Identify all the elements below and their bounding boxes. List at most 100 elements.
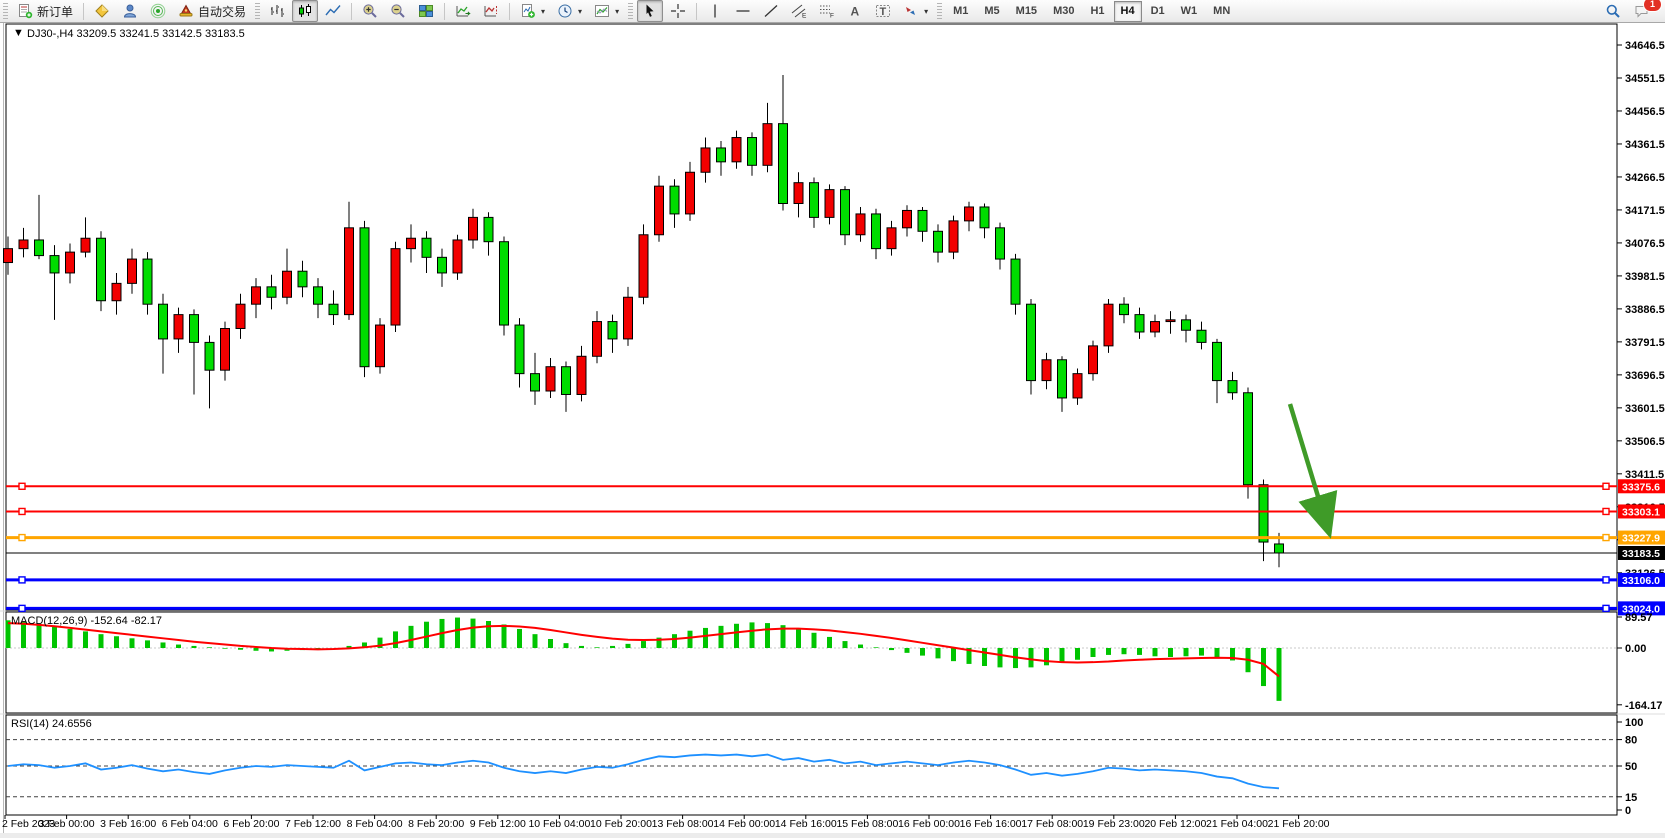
timeframe-m5[interactable]: M5 xyxy=(977,1,1006,22)
candle xyxy=(35,240,44,256)
zoom-in-button[interactable] xyxy=(357,0,383,22)
svg-text:50: 50 xyxy=(1625,761,1637,773)
panel-separator[interactable] xyxy=(0,714,1665,715)
line-chart-button[interactable] xyxy=(320,0,346,22)
toolbar-grip[interactable] xyxy=(937,3,942,19)
yellow-diamond-icon xyxy=(94,3,110,19)
candle xyxy=(1135,315,1144,332)
timeframe-m30[interactable]: M30 xyxy=(1046,1,1081,22)
svg-text:33981.5: 33981.5 xyxy=(1625,271,1665,283)
svg-text:33183.5: 33183.5 xyxy=(1622,548,1660,560)
search-icon xyxy=(1605,3,1621,19)
chart-canvas[interactable]: 34646.534551.534456.534361.534266.534171… xyxy=(0,0,1665,838)
svg-text:17 Feb 08:00: 17 Feb 08:00 xyxy=(1021,818,1083,830)
candle xyxy=(825,190,834,218)
crosshair-tool-button[interactable] xyxy=(665,0,691,22)
horizontal-line-tool-button[interactable] xyxy=(730,0,756,22)
candle xyxy=(112,283,121,300)
toolbar-grip[interactable] xyxy=(628,3,633,19)
timeframe-w1[interactable]: W1 xyxy=(1174,1,1205,22)
notifications-button[interactable]: 1 xyxy=(1629,0,1655,22)
vertical-line-tool-button[interactable] xyxy=(702,0,728,22)
community-button[interactable] xyxy=(117,0,143,22)
auto-scroll-button[interactable] xyxy=(450,0,476,22)
new-order-button[interactable]: 新订单 xyxy=(12,0,78,22)
candle xyxy=(686,172,695,214)
time-axis[interactable]: 2 Feb 20233 Feb 00:003 Feb 16:006 Feb 04… xyxy=(2,815,1330,830)
trendline-tool-button[interactable] xyxy=(758,0,784,22)
candle xyxy=(298,271,307,287)
svg-text:0.00: 0.00 xyxy=(1625,643,1646,655)
bar-chart-icon xyxy=(269,3,285,19)
text-icon: A xyxy=(847,3,863,19)
toolbar-separator xyxy=(351,3,352,20)
svg-text:0: 0 xyxy=(1625,805,1631,817)
candle xyxy=(1213,342,1222,380)
candle xyxy=(980,207,989,228)
macd-label: MACD(12,26,9) -152.64 -82.17 xyxy=(11,615,162,627)
arrows-tool-button[interactable]: ▾ xyxy=(898,0,933,22)
candle xyxy=(918,210,927,231)
text-tool-button[interactable]: A xyxy=(842,0,868,22)
candle xyxy=(763,124,772,166)
candle xyxy=(81,238,90,252)
chart-shift-button[interactable] xyxy=(478,0,504,22)
timeframe-h1[interactable]: H1 xyxy=(1083,1,1111,22)
candle xyxy=(159,304,168,339)
zoom-out-button[interactable] xyxy=(385,0,411,22)
svg-text:34076.5: 34076.5 xyxy=(1625,238,1665,250)
search-button[interactable] xyxy=(1600,0,1626,22)
candle xyxy=(190,315,199,343)
periods-button[interactable]: ▾ xyxy=(552,0,587,22)
timeframe-d1[interactable]: D1 xyxy=(1144,1,1172,22)
svg-text:6 Feb 04:00: 6 Feb 04:00 xyxy=(162,818,218,830)
equidistant-channel-tool-button[interactable]: E xyxy=(786,0,812,22)
svg-text:14 Feb 16:00: 14 Feb 16:00 xyxy=(775,818,837,830)
candle xyxy=(546,367,555,391)
candle xyxy=(500,242,509,325)
templates-button[interactable]: ▾ xyxy=(589,0,624,22)
signals-button[interactable] xyxy=(145,0,171,22)
cursor-tool-button[interactable] xyxy=(637,0,663,22)
svg-text:3 Feb 16:00: 3 Feb 16:00 xyxy=(100,818,156,830)
svg-text:33375.6: 33375.6 xyxy=(1622,481,1660,493)
metaeditor-button[interactable] xyxy=(89,0,115,22)
timeframe-m1[interactable]: M1 xyxy=(946,1,975,22)
svg-text:T: T xyxy=(880,6,887,18)
timeframe-h4[interactable]: H4 xyxy=(1114,1,1142,22)
label-tool-button[interactable]: T xyxy=(870,0,896,22)
candle xyxy=(1182,320,1191,330)
trendline-icon xyxy=(763,3,779,19)
toolbar-grip[interactable] xyxy=(255,3,260,19)
candle xyxy=(1275,544,1284,553)
candle xyxy=(1058,360,1067,398)
svg-text:15 Feb 08:00: 15 Feb 08:00 xyxy=(836,818,898,830)
timeframe-m15[interactable]: M15 xyxy=(1009,1,1044,22)
candle xyxy=(143,259,152,304)
candle xyxy=(624,297,633,339)
toolbar-grip[interactable] xyxy=(3,3,8,19)
candle xyxy=(422,238,431,257)
indicators-button[interactable]: ▾ xyxy=(515,0,550,22)
tile-windows-button[interactable] xyxy=(413,0,439,22)
svg-text:34551.5: 34551.5 xyxy=(1625,73,1665,85)
candle xyxy=(701,148,710,172)
fibonacci-tool-button[interactable]: F xyxy=(814,0,840,22)
candle xyxy=(97,238,106,301)
bar-chart-button[interactable] xyxy=(264,0,290,22)
svg-text:16 Feb 16:00: 16 Feb 16:00 xyxy=(960,818,1022,830)
autotrade-button[interactable]: 自动交易 xyxy=(173,0,251,22)
svg-text:10 Feb 04:00: 10 Feb 04:00 xyxy=(528,818,590,830)
timeframe-mn[interactable]: MN xyxy=(1206,1,1237,22)
svg-text:14 Feb 00:00: 14 Feb 00:00 xyxy=(713,818,775,830)
candle xyxy=(732,138,741,162)
sonar-icon xyxy=(150,3,166,19)
candle xyxy=(562,367,571,395)
svg-text:E: E xyxy=(802,13,807,20)
chart-dropdown-icon[interactable]: ▼ xyxy=(13,27,24,39)
person-icon xyxy=(122,3,138,19)
candle xyxy=(670,186,679,214)
line-chart-icon xyxy=(325,3,341,19)
candlestick-chart-button[interactable] xyxy=(292,0,318,22)
panel-separator[interactable] xyxy=(0,611,1665,612)
